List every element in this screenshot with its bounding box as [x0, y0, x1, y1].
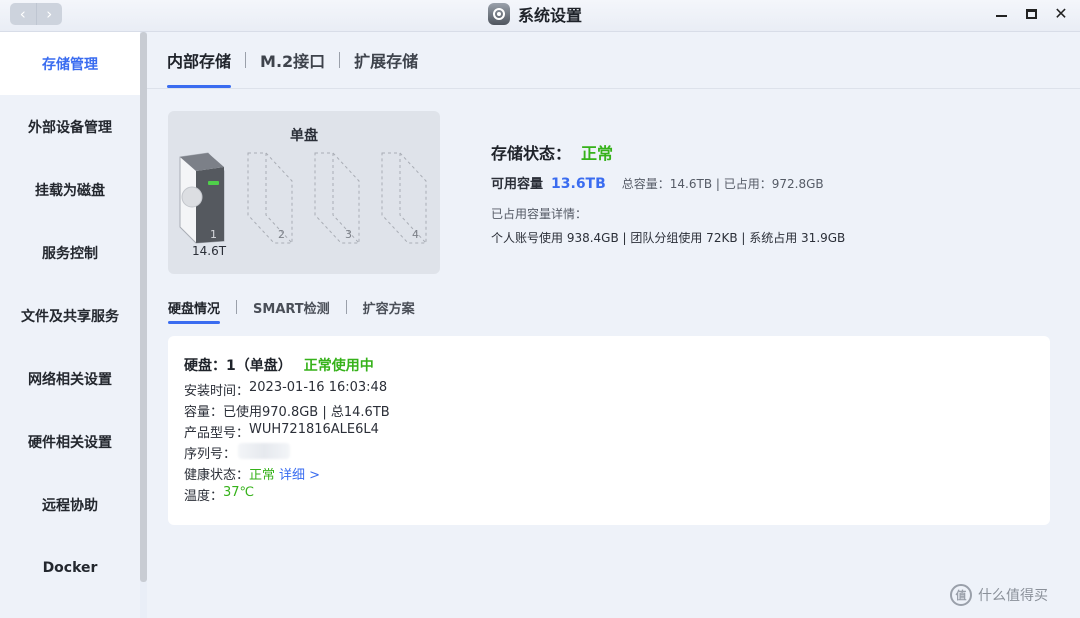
disk-subtabs: 硬盘情况 SMART检测 扩容方案	[168, 290, 415, 324]
install-time-row: 安装时间： 2023-01-16 16:03:48	[184, 380, 387, 399]
drive-slot-1-icon[interactable]: 1	[179, 152, 225, 244]
tabs-divider-line	[147, 88, 1080, 89]
drive-slot-3-icon[interactable]: 3	[314, 152, 360, 244]
capacity-info-value: 已使用970.8GB | 总14.6TB	[223, 405, 390, 420]
tab-internal-storage[interactable]: 内部存储	[167, 32, 232, 88]
subtab-expansion-plan[interactable]: 扩容方案	[363, 290, 415, 324]
sidebar-scrollbar[interactable]	[140, 32, 147, 582]
health-row: 健康状态： 正常 详细 >	[184, 464, 320, 483]
tab-expansion-storage[interactable]: 扩展存储	[354, 32, 418, 88]
window-title: 系统设置	[518, 6, 583, 25]
model-value: WUH721816ALE6L4	[249, 422, 379, 437]
tab-m2[interactable]: M.2接口	[260, 32, 325, 88]
available-capacity-value: 13.6TB	[551, 176, 606, 192]
maximize-icon[interactable]	[1024, 7, 1038, 21]
storage-status: 存储状态： 正常	[491, 140, 613, 164]
storage-tabs: 内部存储 M.2接口 扩展存储	[167, 32, 418, 88]
sidebar-item-storage[interactable]: 存储管理	[0, 32, 140, 95]
slot-number: 3	[345, 228, 352, 241]
disk-card-header: 硬盘：1（单盘） 正常使用中	[184, 355, 374, 375]
install-time-label: 安装时间：	[184, 384, 250, 399]
title-bar: ‹ › 系统设置 ✕	[0, 0, 1080, 32]
used-details-breakdown: 个人账号使用 938.4GB | 团队分组使用 72KB | 系统占用 31.9…	[491, 231, 846, 245]
drive-slot-4-icon[interactable]: 4	[381, 152, 427, 244]
subtab-disk-status[interactable]: 硬盘情况	[168, 290, 221, 324]
capacity-row: 可用容量 13.6TB 总容量：14.6TB | 已占用：972.8GB	[491, 173, 824, 192]
disk-state-badge: 正常使用中	[303, 358, 374, 374]
subtab-smart[interactable]: SMART检测	[253, 290, 330, 324]
disk-info-card: 硬盘：1（单盘） 正常使用中 安装时间： 2023-01-16 16:03:48…	[168, 336, 1050, 525]
tab-divider	[339, 52, 341, 68]
model-row: 产品型号： WUH721816ALE6L4	[184, 422, 379, 441]
disk-title: 硬盘：1（单盘）	[184, 358, 292, 374]
storage-status-value: 正常	[581, 144, 614, 163]
sidebar-item-docker[interactable]: Docker	[0, 536, 140, 599]
sidebar-item-mount-disk[interactable]: 挂载为磁盘	[0, 158, 140, 221]
serial-label: 序列号：	[184, 447, 237, 462]
watermark-text: 什么值得买	[978, 588, 1048, 604]
window-title-group: 系统设置	[488, 3, 582, 25]
subtab-divider	[345, 300, 347, 314]
minimize-icon[interactable]	[994, 7, 1008, 21]
main-panel: 内部存储 M.2接口 扩展存储 单盘 1 2 3 4 14.6T 存储状态： 正…	[147, 32, 1080, 618]
temperature-row: 温度： 37℃	[184, 485, 254, 504]
model-label: 产品型号：	[184, 426, 250, 441]
drive-capacity-label: 14.6T	[192, 244, 227, 258]
health-label: 健康状态：	[184, 468, 250, 483]
install-time-value: 2023-01-16 16:03:48	[249, 380, 388, 395]
back-button[interactable]: ‹	[10, 3, 36, 25]
forward-button[interactable]: ›	[35, 3, 63, 25]
sidebar: 存储管理 外部设备管理 挂载为磁盘 服务控制 文件及共享服务 网络相关设置 硬件…	[0, 32, 140, 618]
nav-buttons: ‹ ›	[10, 3, 62, 25]
watermark-logo-icon: 值	[950, 584, 972, 606]
close-icon[interactable]: ✕	[1054, 6, 1068, 22]
window-controls: ✕	[994, 3, 1068, 25]
drive-slot-2-icon[interactable]: 2	[247, 152, 293, 244]
capacity-info-row: 容量： 已使用970.8GB | 总14.6TB	[184, 401, 390, 420]
sidebar-item-network[interactable]: 网络相关设置	[0, 347, 140, 410]
available-capacity-label: 可用容量	[491, 177, 544, 192]
sidebar-item-remote-assist[interactable]: 远程协助	[0, 473, 140, 536]
serial-row: 序列号：	[184, 443, 291, 462]
health-detail-link[interactable]: 详细 >	[279, 464, 320, 483]
temperature-value: 37℃	[223, 485, 255, 500]
slot-number: 1	[210, 228, 217, 241]
capacity-info-label: 容量：	[184, 405, 224, 420]
slot-number: 2	[278, 228, 285, 241]
used-details-title: 已占用容量详情：	[491, 207, 588, 221]
sidebar-item-external-devices[interactable]: 外部设备管理	[0, 95, 140, 158]
slot-number: 4	[412, 228, 419, 241]
tab-divider	[245, 52, 247, 68]
disk-bay-panel: 单盘 1 2 3 4 14.6T	[168, 111, 440, 274]
settings-app-icon	[488, 3, 510, 25]
sidebar-item-services[interactable]: 服务控制	[0, 221, 140, 284]
sidebar-item-file-sharing[interactable]: 文件及共享服务	[0, 284, 140, 347]
watermark: 值 什么值得买	[950, 584, 1048, 606]
storage-status-label: 存储状态：	[491, 144, 572, 163]
serial-value-redacted	[238, 443, 291, 459]
total-used-summary: 总容量：14.6TB | 已占用：972.8GB	[621, 177, 824, 191]
sidebar-item-hardware[interactable]: 硬件相关设置	[0, 410, 140, 473]
temperature-label: 温度：	[184, 489, 224, 504]
subtab-divider	[236, 300, 238, 314]
health-value: 正常	[249, 468, 276, 483]
